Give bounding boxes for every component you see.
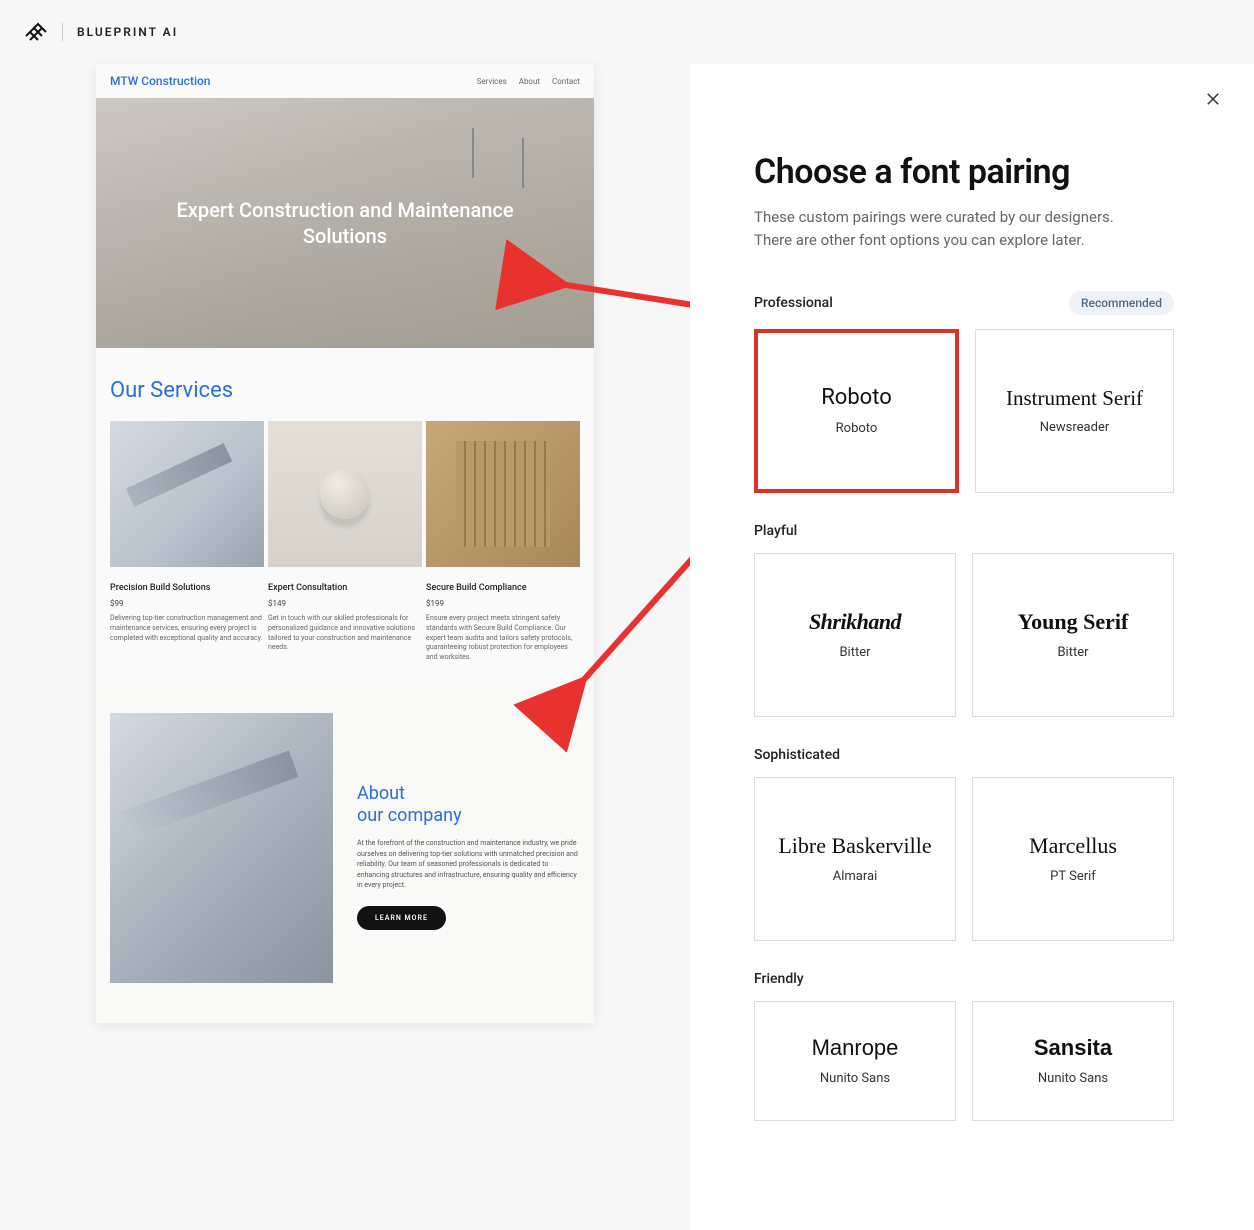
font-heading: Instrument Serif xyxy=(1006,387,1143,410)
font-card-marcellus[interactable]: Marcellus PT Serif xyxy=(972,777,1174,941)
about-section: About our company At the forefront of th… xyxy=(96,683,594,1023)
font-heading: Shrikhand xyxy=(809,610,901,634)
font-body: Almarai xyxy=(833,869,878,884)
about-heading: About our company xyxy=(357,783,580,826)
font-body: Roboto xyxy=(836,421,878,436)
service-card: Expert Consultation $149 Get in touch wi… xyxy=(268,421,422,663)
service-price: $199 xyxy=(426,599,580,608)
service-desc: Delivering top-tier construction managem… xyxy=(110,614,264,643)
service-price: $149 xyxy=(268,599,422,608)
website-preview: MTW Construction Services About Contact … xyxy=(96,64,594,1023)
header-divider xyxy=(62,23,63,41)
font-body: Nunito Sans xyxy=(1038,1071,1108,1086)
about-image xyxy=(110,713,333,983)
close-button[interactable] xyxy=(1204,90,1222,112)
service-card: Precision Build Solutions $99 Delivering… xyxy=(110,421,264,663)
squarespace-logo-icon xyxy=(24,20,48,44)
service-name: Secure Build Compliance xyxy=(426,583,580,593)
font-card-roboto[interactable]: Roboto Roboto xyxy=(754,329,959,493)
font-heading: Roboto xyxy=(821,386,892,410)
service-image xyxy=(110,421,264,567)
panel-subtitle: These custom pairings were curated by ou… xyxy=(754,206,1114,251)
font-body: Bitter xyxy=(839,645,870,660)
nav-about: About xyxy=(519,77,540,86)
recommended-badge: Recommended xyxy=(1069,291,1174,315)
font-heading: Libre Baskerville xyxy=(778,834,931,858)
brand-label: BLUEPRINT AI xyxy=(77,25,178,39)
preview-area: MTW Construction Services About Contact … xyxy=(0,64,690,1230)
service-desc: Get in touch with our skilled profession… xyxy=(268,614,422,653)
font-card-young-serif[interactable]: Young Serif Bitter xyxy=(972,553,1174,717)
app-header: BLUEPRINT AI xyxy=(0,0,1254,64)
services-section: Our Services Precision Build Solutions $… xyxy=(96,348,594,683)
site-logo: MTW Construction xyxy=(110,74,211,88)
service-desc: Ensure every project meets stringent saf… xyxy=(426,614,580,663)
about-paragraph: At the forefront of the construction and… xyxy=(357,838,580,891)
panel-title: Choose a font pairing xyxy=(754,152,1174,192)
nav-services: Services xyxy=(477,77,507,86)
category-sophisticated-label: Sophisticated xyxy=(754,747,840,763)
font-heading: Young Serif xyxy=(1018,610,1129,634)
font-body: PT Serif xyxy=(1050,869,1096,884)
font-body: Newsreader xyxy=(1040,420,1110,435)
service-name: Precision Build Solutions xyxy=(110,583,264,593)
category-playful-label: Playful xyxy=(754,523,797,539)
font-body: Bitter xyxy=(1057,645,1088,660)
font-card-manrope[interactable]: Manrope Nunito Sans xyxy=(754,1001,956,1121)
service-price: $99 xyxy=(110,599,264,608)
font-card-instrument-serif[interactable]: Instrument Serif Newsreader xyxy=(975,329,1174,493)
nav-contact: Contact xyxy=(552,77,580,86)
font-heading: Manrope xyxy=(812,1036,899,1060)
service-image xyxy=(426,421,580,567)
font-body: Nunito Sans xyxy=(820,1071,890,1086)
font-heading: Marcellus xyxy=(1029,834,1117,858)
font-card-shrikhand[interactable]: Shrikhand Bitter xyxy=(754,553,956,717)
category-friendly-label: Friendly xyxy=(754,971,804,987)
font-pairing-panel: Choose a font pairing These custom pairi… xyxy=(690,64,1254,1230)
site-nav: Services About Contact xyxy=(477,77,580,86)
learn-more-button: LEARN MORE xyxy=(357,906,446,930)
service-name: Expert Consultation xyxy=(268,583,422,593)
category-professional-label: Professional xyxy=(754,295,833,311)
site-header: MTW Construction Services About Contact xyxy=(96,64,594,98)
services-heading: Our Services xyxy=(110,378,580,403)
service-card: Secure Build Compliance $199 Ensure ever… xyxy=(426,421,580,663)
font-card-sansita[interactable]: Sansita Nunito Sans xyxy=(972,1001,1174,1121)
font-heading: Sansita xyxy=(1034,1036,1112,1060)
service-image xyxy=(268,421,422,567)
font-card-libre-baskerville[interactable]: Libre Baskerville Almarai xyxy=(754,777,956,941)
hero-section: Expert Construction and Maintenance Solu… xyxy=(96,98,594,348)
hero-title: Expert Construction and Maintenance Solu… xyxy=(155,197,535,249)
